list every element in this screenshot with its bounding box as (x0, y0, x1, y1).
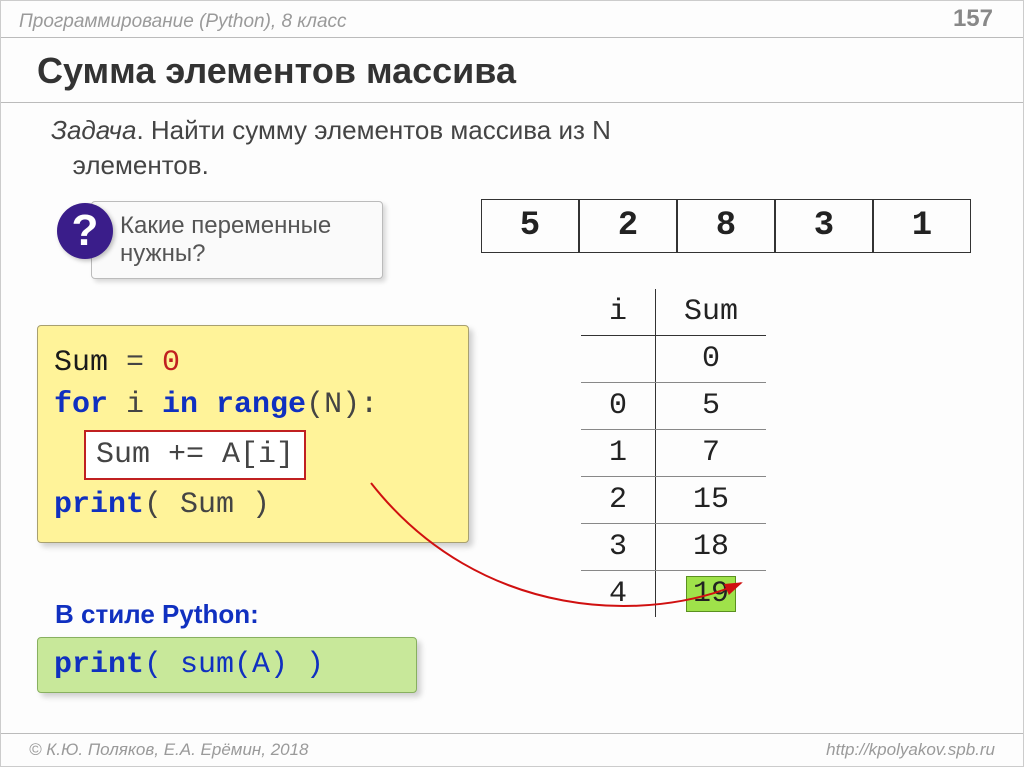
code-token: ( sum(A) ) (144, 648, 324, 682)
code-token: (N): (306, 388, 378, 422)
code-block-main: Sum = 0 for i in range(N): Sum += A[i] p… (37, 325, 469, 543)
trace-cell: 4 (581, 571, 656, 618)
array-cell: 5 (481, 199, 579, 253)
page-number: 157 (953, 5, 993, 33)
code-line: print( Sum ) (54, 484, 452, 526)
trace-cell: 7 (656, 430, 767, 477)
code-token: 0 (162, 346, 180, 380)
trace-cell: 18 (656, 524, 767, 571)
trace-table: i Sum 0 05 17 215 318 4 19 (581, 289, 766, 617)
python-style-label: В стиле Python: (55, 599, 259, 630)
trace-cell (581, 336, 656, 383)
code-token: i (108, 388, 162, 422)
question-mark-icon: ? (57, 203, 113, 259)
trace-row: 4 19 (581, 571, 766, 618)
code-highlight-box: Sum += A[i] (84, 430, 306, 480)
trace-result-highlight: 19 (686, 576, 736, 612)
trace-cell: 0 (656, 336, 767, 383)
array-row: 5 2 8 3 1 (481, 199, 971, 253)
header-bar: Программирование (Python), 8 класс 157 (1, 1, 1023, 37)
course-label: Программирование (Python), 8 класс (19, 11, 347, 33)
slide-page: Программирование (Python), 8 класс 157 С… (0, 0, 1024, 767)
question-text: Какие переменные нужны? (91, 201, 383, 279)
code-token: ( Sum ) (144, 488, 270, 522)
trace-head-sum: Sum (656, 289, 767, 336)
code-token: print (54, 488, 144, 522)
slide-title: Сумма элементов массива (1, 44, 1023, 98)
trace-head-i: i (581, 289, 656, 336)
trace-cell: 19 (656, 571, 767, 618)
code-token: Sum (54, 346, 108, 380)
divider (1, 102, 1023, 103)
trace-cell: 5 (656, 383, 767, 430)
task-text: Задача. Найти сумму элементов массива из… (1, 109, 1023, 183)
trace-cell: 15 (656, 477, 767, 524)
code-token: print (54, 648, 144, 682)
task-line1: . Найти сумму элементов массива из N (136, 115, 610, 145)
question-callout: ? Какие переменные нужны? (57, 201, 383, 279)
code-line: for i in range(N): (54, 384, 452, 426)
trace-row: 05 (581, 383, 766, 430)
task-label: Задача (51, 115, 136, 145)
trace-cell: 3 (581, 524, 656, 571)
trace-row: 17 (581, 430, 766, 477)
trace-cell: 1 (581, 430, 656, 477)
code-token: for (54, 388, 108, 422)
footer-copyright: © К.Ю. Поляков, Е.А. Ерёмин, 2018 (29, 740, 309, 760)
array-cell: 2 (579, 199, 677, 253)
trace-row: 0 (581, 336, 766, 383)
code-line: Sum = 0 (54, 342, 452, 384)
trace-cell: 2 (581, 477, 656, 524)
code-token: range (198, 388, 306, 422)
code-token: in (162, 388, 198, 422)
code-token: = (108, 346, 162, 380)
trace-row: 318 (581, 524, 766, 571)
trace-row: 215 (581, 477, 766, 524)
footer-bar: © К.Ю. Поляков, Е.А. Ерёмин, 2018 http:/… (1, 733, 1023, 766)
array-cell: 1 (873, 199, 971, 253)
divider (1, 37, 1023, 38)
task-line2: элементов. (73, 150, 209, 180)
array-cell: 3 (775, 199, 873, 253)
footer-url: http://kpolyakov.spb.ru (826, 740, 995, 760)
trace-cell: 0 (581, 383, 656, 430)
array-cell: 8 (677, 199, 775, 253)
code-block-pythonic: print( sum(A) ) (37, 637, 417, 693)
